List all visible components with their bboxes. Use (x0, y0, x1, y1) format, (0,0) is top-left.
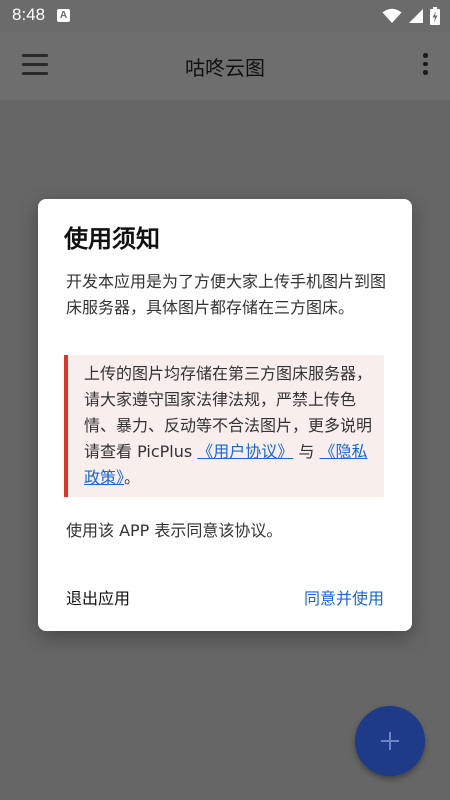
wifi-icon (382, 8, 402, 23)
status-icons (382, 7, 440, 25)
dialog-title: 使用须知 (64, 225, 160, 253)
more-vert-icon[interactable] (422, 52, 428, 76)
dialog-body-text: 开发本应用是为了方便大家上传手机图片到图床服务器，具体图片都存储在三方图床。 (66, 272, 387, 317)
status-time: 8:48 (12, 5, 46, 24)
notice-text-between: 与 (293, 442, 320, 461)
accept-statement: 使用该 APP 表示同意该协议。 (66, 521, 283, 540)
notification-icon: A (57, 9, 70, 22)
agree-and-use-button[interactable]: 同意并使用 (304, 585, 384, 609)
exit-app-button[interactable]: 退出应用 (66, 585, 130, 609)
app-bar: 咕咚云图 (0, 32, 450, 100)
plus-icon (381, 732, 399, 750)
user-agreement-link[interactable]: 《用户协议》 (197, 442, 293, 461)
status-bar: 8:48 A (0, 0, 450, 32)
app-title: 咕咚云图 (185, 56, 265, 80)
add-fab-button[interactable] (355, 706, 425, 776)
battery-icon (430, 7, 440, 25)
notice-box: 上传的图片均存储在第三方图床服务器，请大家遵守国家法律法规，严禁上传色情、暴力、… (64, 355, 384, 497)
notice-text-end: 。 (124, 468, 141, 487)
signal-icon (409, 9, 423, 23)
usage-notice-dialog: 使用须知 开发本应用是为了方便大家上传手机图片到图床服务器，具体图片都存储在三方… (38, 199, 412, 631)
